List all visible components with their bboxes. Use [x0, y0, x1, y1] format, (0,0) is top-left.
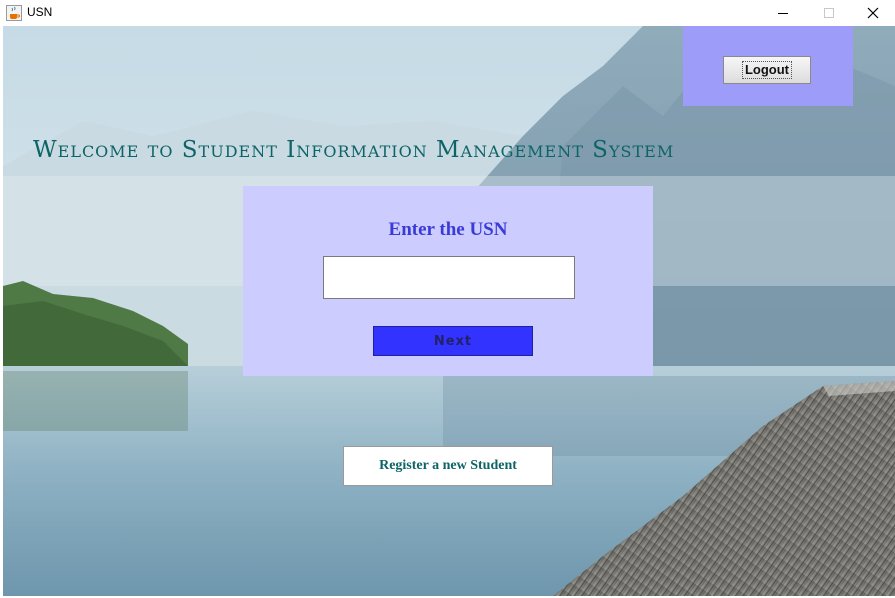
usn-entry-panel: Enter the USN Next	[243, 186, 653, 376]
register-new-student-button[interactable]: Register a new Student	[343, 446, 553, 486]
logout-button-label: Logout	[741, 61, 793, 79]
welcome-heading: Welcome to Student Information Managemen…	[33, 137, 675, 163]
close-button[interactable]	[850, 0, 895, 26]
next-button[interactable]: Next	[373, 326, 533, 356]
window-title: USN	[27, 5, 53, 19]
logout-panel: Logout	[683, 26, 853, 106]
minimize-icon	[778, 13, 788, 14]
close-icon	[867, 7, 879, 19]
usn-label: Enter the USN	[388, 219, 508, 240]
minimize-button[interactable]	[760, 0, 806, 26]
java-coffee-cup-icon	[6, 5, 22, 21]
maximize-button[interactable]	[806, 0, 852, 26]
title-bar[interactable]: USN	[0, 0, 895, 26]
content-pane: Logout Welcome to Student Information Ma…	[3, 26, 895, 596]
application-window: USN Logout Welcome to Student Informatio…	[0, 0, 895, 598]
usn-input[interactable]	[323, 256, 575, 299]
maximize-icon	[824, 8, 834, 18]
logout-button[interactable]: Logout	[723, 56, 811, 84]
